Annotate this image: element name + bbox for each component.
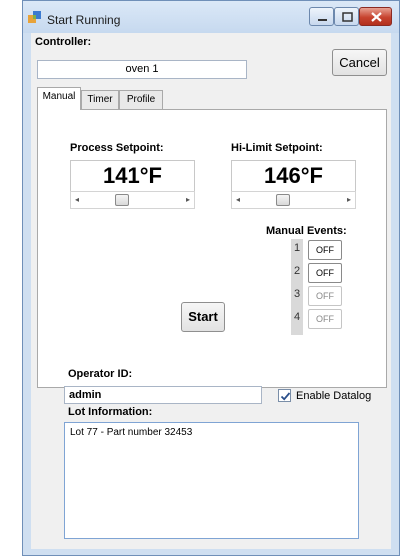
controller-field[interactable]: oven 1: [37, 60, 247, 79]
event-2-toggle[interactable]: OFF: [308, 263, 342, 283]
event-number: 3: [293, 288, 301, 300]
controller-label: Controller:: [35, 36, 92, 48]
start-running-window: Start Running Controller: oven 1 Cancel …: [22, 0, 400, 556]
cancel-button[interactable]: Cancel: [332, 49, 387, 76]
slider-thumb[interactable]: [115, 194, 129, 206]
checkmark-icon: [280, 392, 291, 401]
hi-limit-setpoint-value[interactable]: 146°F: [231, 160, 356, 192]
close-icon: [371, 12, 382, 22]
event-1-toggle[interactable]: OFF: [308, 240, 342, 260]
event-number: 1: [293, 242, 301, 254]
hi-limit-setpoint-label: Hi-Limit Setpoint:: [231, 142, 323, 154]
close-button[interactable]: [359, 7, 392, 26]
operator-id-label: Operator ID:: [68, 368, 133, 380]
maximize-icon: [342, 12, 353, 22]
slider-right-arrow-icon[interactable]: ▸: [186, 195, 190, 204]
process-setpoint-value[interactable]: 141°F: [70, 160, 195, 192]
operator-id-input[interactable]: admin: [64, 386, 262, 404]
app-icon: [28, 11, 42, 25]
lot-information-label: Lot Information:: [68, 406, 153, 418]
process-setpoint-slider[interactable]: ◂ ▸: [70, 191, 195, 209]
manual-events-label: Manual Events:: [266, 225, 347, 237]
event-3-toggle: OFF: [308, 286, 342, 306]
title-bar: Start Running: [23, 1, 399, 33]
event-number: 2: [293, 265, 301, 277]
tab-profile[interactable]: Profile: [119, 90, 163, 109]
minimize-button[interactable]: [309, 7, 334, 26]
process-setpoint-label: Process Setpoint:: [70, 142, 164, 154]
tab-manual[interactable]: Manual: [37, 87, 81, 110]
window-title: Start Running: [47, 13, 121, 27]
slider-left-arrow-icon[interactable]: ◂: [236, 195, 240, 204]
event-4-toggle: OFF: [308, 309, 342, 329]
slider-right-arrow-icon[interactable]: ▸: [347, 195, 351, 204]
dialog-client-area: Controller: oven 1 Cancel Manual Timer P…: [31, 33, 391, 549]
lot-information-textarea[interactable]: Lot 77 - Part number 32453: [64, 422, 359, 539]
minimize-icon: [318, 19, 327, 21]
manual-tab-page: Process Setpoint: 141°F ◂ ▸ Hi-Limit Set…: [37, 109, 387, 388]
slider-thumb[interactable]: [276, 194, 290, 206]
maximize-button[interactable]: [334, 7, 359, 26]
slider-left-arrow-icon[interactable]: ◂: [75, 195, 79, 204]
tab-timer[interactable]: Timer: [81, 90, 119, 109]
start-button[interactable]: Start: [181, 302, 225, 332]
hi-limit-setpoint-slider[interactable]: ◂ ▸: [231, 191, 356, 209]
enable-datalog-checkbox[interactable]: [278, 389, 291, 402]
event-number: 4: [293, 311, 301, 323]
enable-datalog-label[interactable]: Enable Datalog: [296, 390, 371, 402]
